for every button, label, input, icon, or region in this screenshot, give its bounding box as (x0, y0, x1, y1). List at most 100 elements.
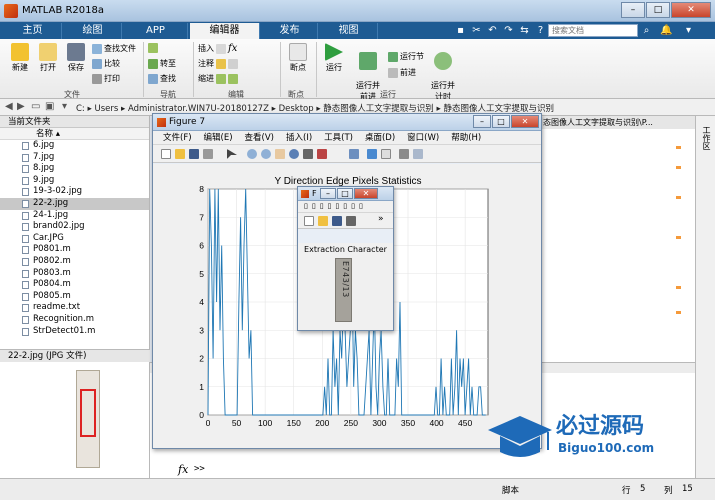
menu-window[interactable]: 窗口(W) (407, 131, 439, 144)
menu-edit[interactable]: 编辑(E) (204, 131, 233, 144)
brush-icon[interactable] (317, 149, 327, 159)
up-folder-icon[interactable]: ▭ (31, 101, 40, 112)
extraction-titlebar[interactable]: F – □ ✕ (298, 187, 393, 201)
file-list-item[interactable]: P0805.m (0, 291, 149, 303)
file-list-item[interactable]: 24-1.jpg (0, 210, 149, 222)
file-list-item[interactable]: P0803.m (0, 268, 149, 280)
menu-view[interactable]: 查看(V) (245, 131, 274, 144)
menu-desktop[interactable]: 桌面(D) (365, 131, 395, 144)
extraction-close-button[interactable]: ✕ (354, 188, 378, 199)
hide-tools-icon[interactable] (399, 149, 409, 159)
tab-plots[interactable]: 绘图 (64, 23, 122, 39)
tab-publish[interactable]: 发布 (262, 23, 318, 39)
advance-button[interactable]: 前进 (388, 67, 416, 78)
find-files-button[interactable]: 查找文件 (92, 43, 136, 54)
toolbar-overflow-icon[interactable]: » (378, 214, 384, 224)
figure-titlebar[interactable]: Figure 7 – □ ✕ (153, 114, 541, 131)
figure-maximize-button[interactable]: □ (492, 115, 510, 128)
collapsed-menu-items[interactable]: ▯▯▯▯▯▯▯▯ (304, 202, 367, 210)
print-button[interactable]: 打印 (92, 73, 120, 84)
menu-insert[interactable]: 插入(I) (286, 131, 312, 144)
undo-icon[interactable]: ↶ (486, 24, 499, 37)
figure-close-button[interactable]: ✕ (511, 115, 539, 128)
tab-home[interactable]: 主页 (4, 23, 62, 39)
fx-icon[interactable]: fx (228, 43, 237, 54)
back-icon[interactable]: ◀ (5, 101, 13, 112)
comment-button[interactable]: 注释 (198, 58, 238, 69)
open-button[interactable]: 打开 (36, 43, 60, 73)
minimize-button[interactable]: – (621, 2, 645, 18)
open-icon[interactable] (175, 149, 185, 159)
new-figure-icon[interactable] (304, 216, 314, 226)
save-icon[interactable]: ▪ (454, 24, 467, 37)
run-section-button[interactable]: 运行节 (388, 51, 424, 62)
save-icon[interactable] (189, 149, 199, 159)
pointer-icon[interactable] (227, 149, 237, 159)
data-cursor-icon[interactable] (303, 149, 313, 159)
help-icon[interactable]: ? (534, 24, 547, 37)
extraction-minimize-button[interactable]: – (320, 188, 336, 199)
breadcrumb-segment[interactable]: C: (76, 104, 85, 114)
file-list-item[interactable]: 9.jpg (0, 175, 149, 187)
dropdown-icon[interactable]: ▾ (62, 101, 67, 112)
new-figure-icon[interactable] (161, 149, 171, 159)
maximize-button[interactable]: □ (646, 2, 670, 18)
file-list-item[interactable]: 6.jpg (0, 140, 149, 152)
search-icon[interactable]: ⌕ (640, 24, 653, 37)
menu-tools[interactable]: 工具(T) (324, 131, 353, 144)
redo-icon[interactable]: ↷ (502, 24, 515, 37)
extraction-figure-window[interactable]: F – □ ✕ ▯▯▯▯▯▯▯▯ » Extraction Character … (297, 186, 394, 331)
file-list-item[interactable]: P0804.m (0, 279, 149, 291)
compare-button[interactable]: 比较 (92, 58, 120, 69)
name-column-header[interactable]: 名称 ▴ (0, 128, 149, 140)
file-list-item[interactable]: P0801.m (0, 244, 149, 256)
breadcrumb-segment[interactable]: Users (94, 104, 118, 114)
zoom-out-icon[interactable] (261, 149, 271, 159)
extraction-maximize-button[interactable]: □ (337, 188, 353, 199)
file-list-item[interactable]: 22-2.jpg (0, 197, 149, 210)
tab-view[interactable]: 视图 (320, 23, 378, 39)
tab-apps[interactable]: APP (124, 23, 188, 39)
file-list-item[interactable]: readme.txt (0, 302, 149, 314)
open-icon[interactable] (318, 216, 328, 226)
workspace-collapsed-bar[interactable]: 工作区 (695, 116, 715, 478)
dock-icon[interactable] (413, 149, 423, 159)
print-icon[interactable] (203, 149, 213, 159)
close-button[interactable]: ✕ (671, 2, 711, 18)
file-list-item[interactable]: 8.jpg (0, 163, 149, 175)
extraction-menubar[interactable]: ▯▯▯▯▯▯▯▯ (298, 201, 393, 213)
rotate-icon[interactable] (289, 149, 299, 159)
figure-minimize-button[interactable]: – (473, 115, 491, 128)
edit-plot-icon[interactable] (346, 216, 356, 226)
new-button[interactable]: 新建 (8, 43, 32, 73)
nav-back-button[interactable] (148, 43, 158, 53)
notifications-icon[interactable]: 🔔 (660, 24, 673, 37)
file-list-item[interactable]: Car.JPG (0, 233, 149, 245)
colorbar-icon[interactable] (367, 149, 377, 159)
run-button[interactable]: 运行 (320, 43, 348, 73)
insert-button[interactable]: 插入 fx (198, 43, 237, 54)
forward-icon[interactable]: ▶ (17, 101, 25, 112)
link-icon[interactable] (349, 149, 359, 159)
file-list-item[interactable]: 19-3-02.jpg (0, 186, 149, 198)
search-documentation-input[interactable] (548, 24, 638, 37)
fx-icon[interactable]: fx (178, 463, 188, 476)
legend-icon[interactable] (381, 149, 391, 159)
breakpoints-button[interactable]: 断点 (285, 43, 311, 73)
file-list-item[interactable]: brand02.jpg (0, 221, 149, 233)
tab-editor[interactable]: 编辑器 (190, 23, 260, 39)
file-list-item[interactable]: P0802.m (0, 256, 149, 268)
run-time-button[interactable]: 运行并 计时 (428, 43, 458, 102)
menu-help[interactable]: 帮助(H) (451, 131, 481, 144)
save-button[interactable]: 保存 (64, 43, 88, 73)
zoom-in-icon[interactable] (247, 149, 257, 159)
indent-button[interactable]: 缩进 (198, 73, 238, 84)
goto-button[interactable]: 转至 (148, 58, 176, 69)
pan-icon[interactable] (275, 149, 285, 159)
file-list-item[interactable]: 7.jpg (0, 152, 149, 164)
browse-folder-icon[interactable]: ▣ (45, 101, 54, 112)
file-list-item[interactable]: StrDetect01.m (0, 326, 149, 338)
file-list-item[interactable]: Recognition.m (0, 314, 149, 326)
cut-icon[interactable]: ✂ (470, 24, 483, 37)
switch-window-icon[interactable]: ⇆ (518, 24, 531, 37)
